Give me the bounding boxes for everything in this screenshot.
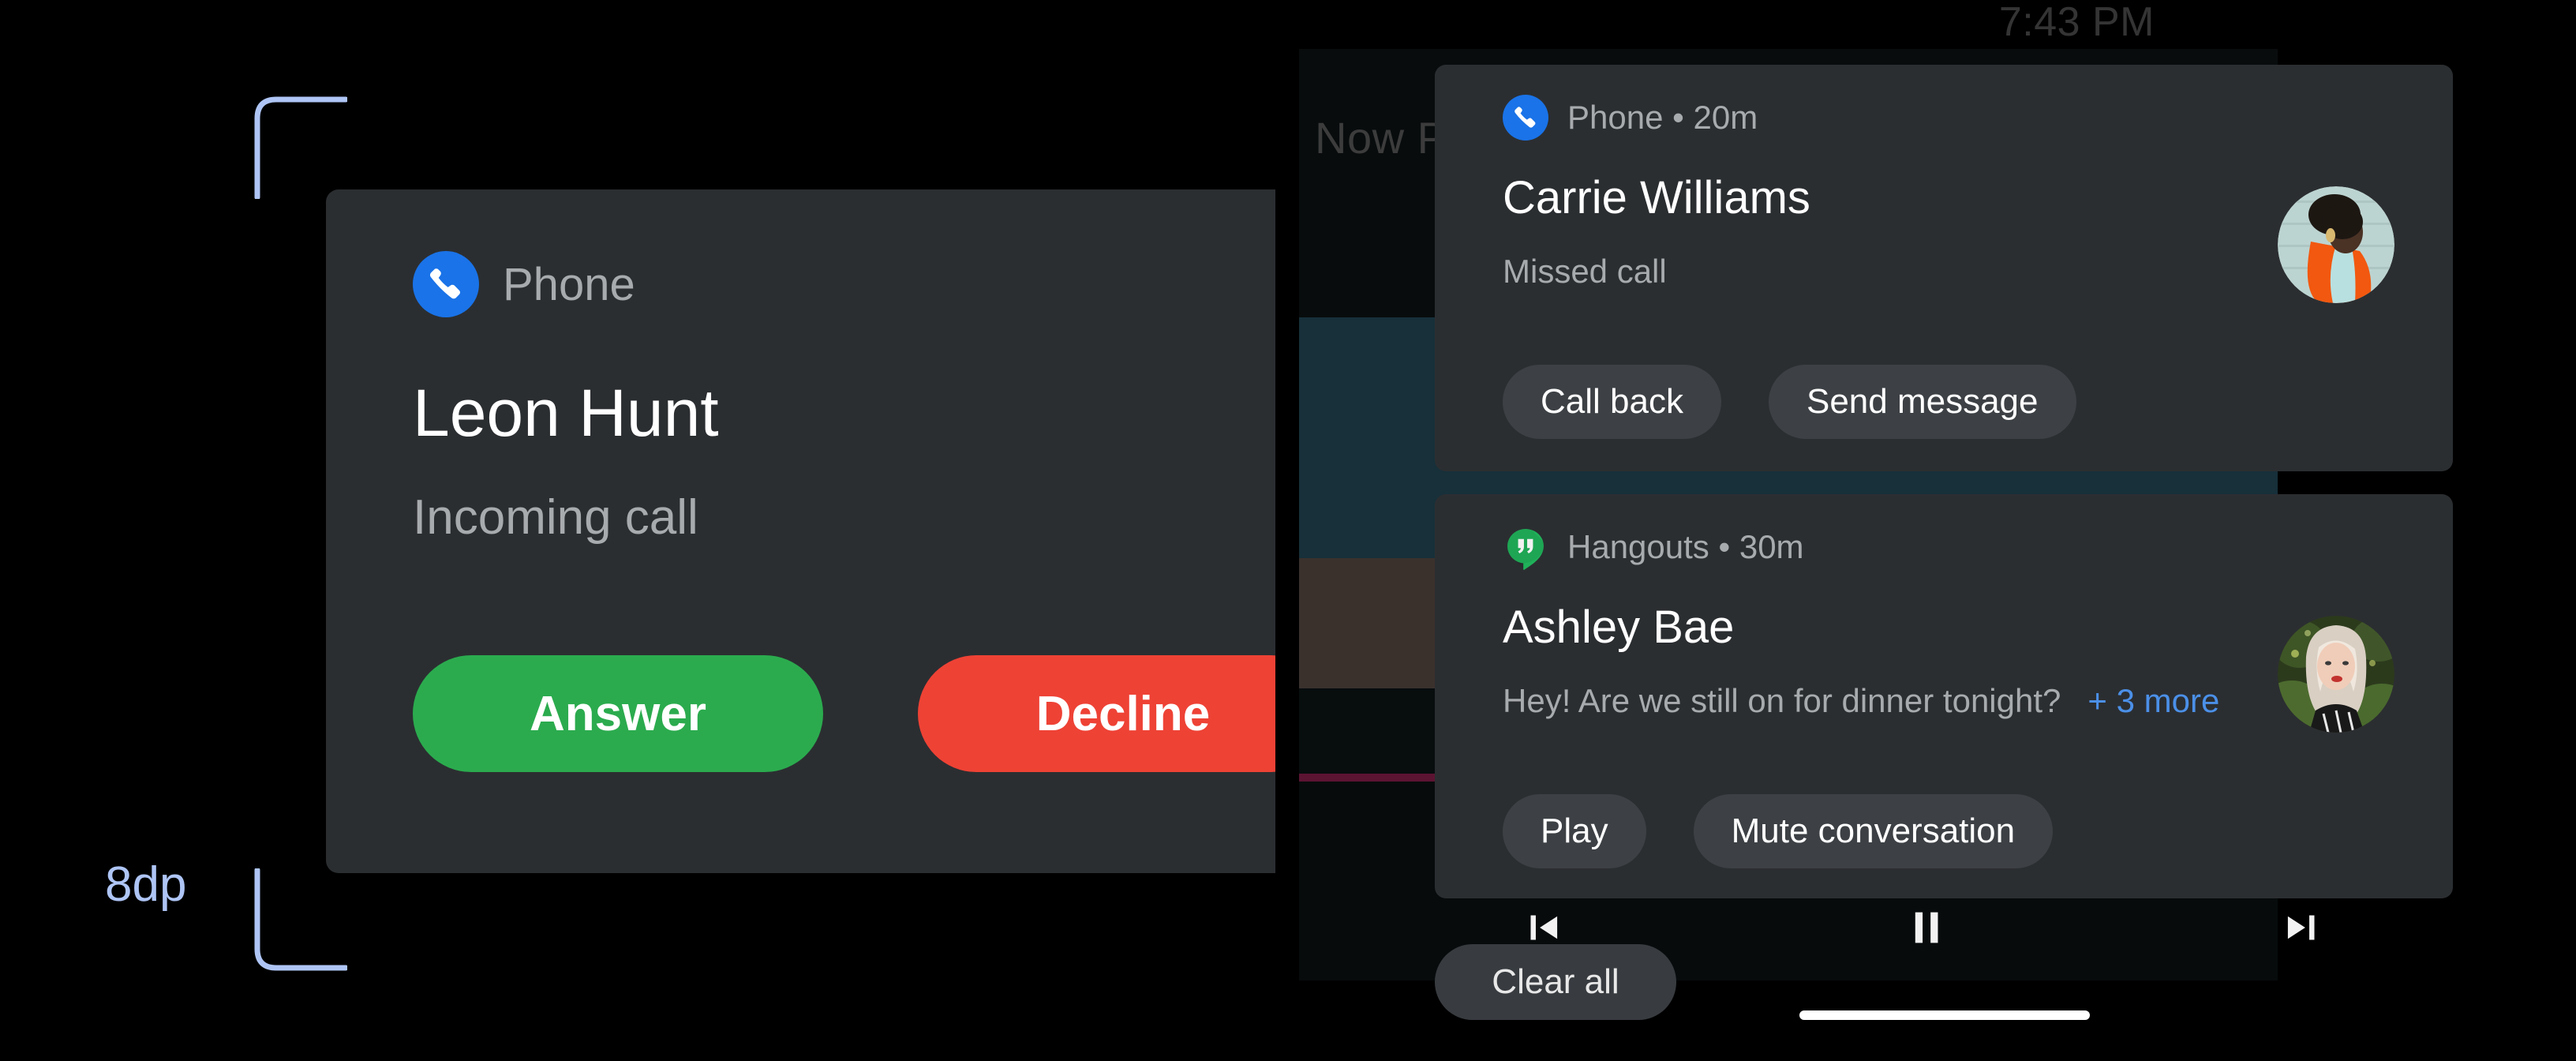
skip-next-icon[interactable] <box>2275 900 2330 955</box>
notification-card-missed-call[interactable]: Phone • 20m Carrie Williams Missed call <box>1435 65 2453 471</box>
decline-button[interactable]: Decline <box>918 655 1275 772</box>
status-bar-clock: 7:43 PM <box>1998 0 2155 45</box>
incoming-call-header: Phone <box>413 251 635 317</box>
notification-subtitle: Hey! Are we still on for dinner tonight? <box>1503 682 2061 719</box>
caller-name: Leon Hunt <box>413 376 719 450</box>
notification-title: Ashley Bae <box>1503 602 1735 653</box>
notification-app-meta: Hangouts • 30m <box>1567 528 1804 565</box>
play-button[interactable]: Play <box>1503 794 1646 868</box>
notification-actions: Play Mute conversation <box>1503 794 2054 868</box>
call-status-text: Incoming call <box>413 490 698 545</box>
notification-subtitle: Missed call <box>1503 253 1667 290</box>
notification-header: Hangouts • 30m <box>1503 524 1804 570</box>
spec-bracket-top-left <box>253 96 347 199</box>
mute-conversation-button[interactable]: Mute conversation <box>1693 794 2054 868</box>
pause-icon[interactable] <box>1899 900 1954 955</box>
notification-subtitle-row: Hey! Are we still on for dinner tonight?… <box>1503 682 2219 720</box>
incoming-call-actions: Answer Decline <box>413 655 1275 772</box>
screen-root: Now Playing 7:43 PM Phone • 20m Carrie W… <box>0 0 2576 1061</box>
spec-bracket-bottom-left <box>253 868 347 971</box>
avatar <box>2278 186 2394 303</box>
incoming-call-app-name: Phone <box>503 258 635 310</box>
avatar <box>2278 616 2394 733</box>
home-indicator <box>1799 1010 2090 1020</box>
notification-app-meta: Phone • 20m <box>1567 99 1758 136</box>
spec-measure-label: 8dp <box>105 857 187 912</box>
incoming-call-card[interactable]: Phone Leon Hunt Incoming call Answer Dec… <box>326 189 1275 873</box>
clear-all-button[interactable]: Clear all <box>1435 944 1676 1020</box>
notification-actions: Call back Send message <box>1503 365 2076 439</box>
notification-title: Carrie Williams <box>1503 172 1810 223</box>
more-messages-link[interactable]: + 3 more <box>2087 682 2219 720</box>
call-back-button[interactable]: Call back <box>1503 365 1721 439</box>
answer-button[interactable]: Answer <box>413 655 823 772</box>
phone-icon <box>1503 95 1548 141</box>
notification-header: Phone • 20m <box>1503 95 1758 141</box>
send-message-button[interactable]: Send message <box>1768 365 2076 439</box>
phone-icon <box>413 251 479 317</box>
hangouts-icon <box>1503 524 1548 570</box>
notification-card-hangouts[interactable]: Hangouts • 30m Ashley Bae Hey! Are we st… <box>1435 494 2453 898</box>
